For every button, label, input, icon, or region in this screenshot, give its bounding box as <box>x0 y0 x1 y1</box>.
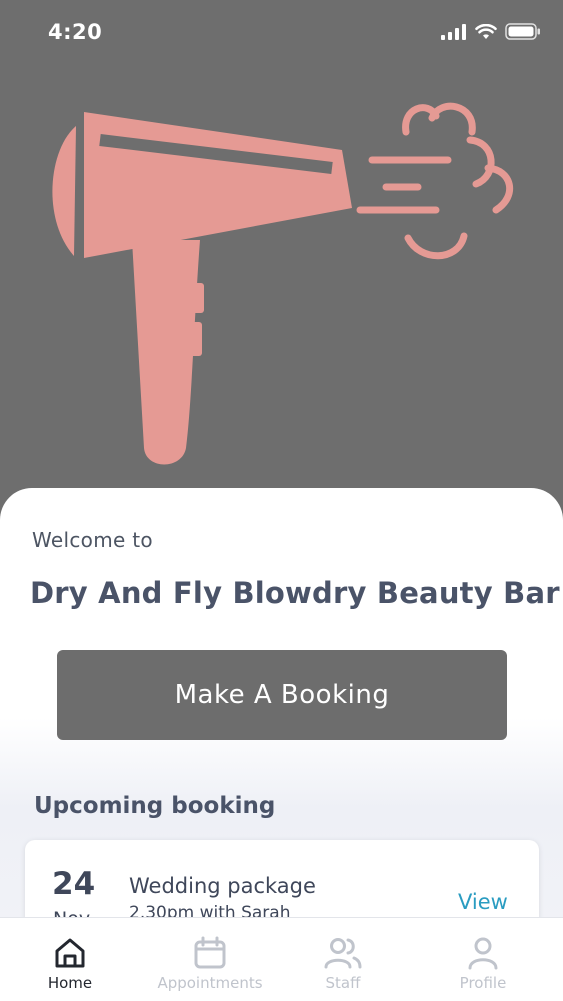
tab-staff[interactable]: Staff <box>273 918 413 1001</box>
hero-banner <box>0 70 563 500</box>
status-bar: 4:20 <box>0 0 563 70</box>
signal-icon <box>441 23 466 40</box>
view-booking-link[interactable]: View <box>458 890 508 914</box>
status-time: 4:20 <box>48 20 103 44</box>
tab-appointments-label: Appointments <box>157 974 263 992</box>
tab-staff-label: Staff <box>325 974 361 992</box>
tab-appointments[interactable]: Appointments <box>140 918 280 1001</box>
tab-home-label: Home <box>47 974 93 992</box>
tab-profile[interactable]: Profile <box>413 918 553 1001</box>
business-name: Dry And Fly Blowdry Beauty Bar <box>30 576 560 610</box>
upcoming-booking-title: Upcoming booking <box>34 793 276 819</box>
status-icons <box>441 23 541 40</box>
home-icon <box>55 938 85 968</box>
tab-profile-label: Profile <box>459 974 507 992</box>
user-icon <box>468 937 498 970</box>
battery-icon <box>505 23 540 40</box>
users-icon <box>324 938 362 969</box>
tab-home[interactable]: Home <box>0 918 140 1001</box>
booking-service: Wedding package <box>129 874 316 898</box>
booking-day: 24 <box>52 866 96 902</box>
make-booking-button[interactable]: Make A Booking <box>57 650 507 740</box>
calendar-icon <box>194 936 226 969</box>
wifi-icon <box>475 23 497 39</box>
welcome-text: Welcome to <box>32 528 153 552</box>
bottom-tab-bar: Home Appointments Staff Profile <box>0 917 563 1001</box>
hair-dryer-icon <box>52 102 514 465</box>
